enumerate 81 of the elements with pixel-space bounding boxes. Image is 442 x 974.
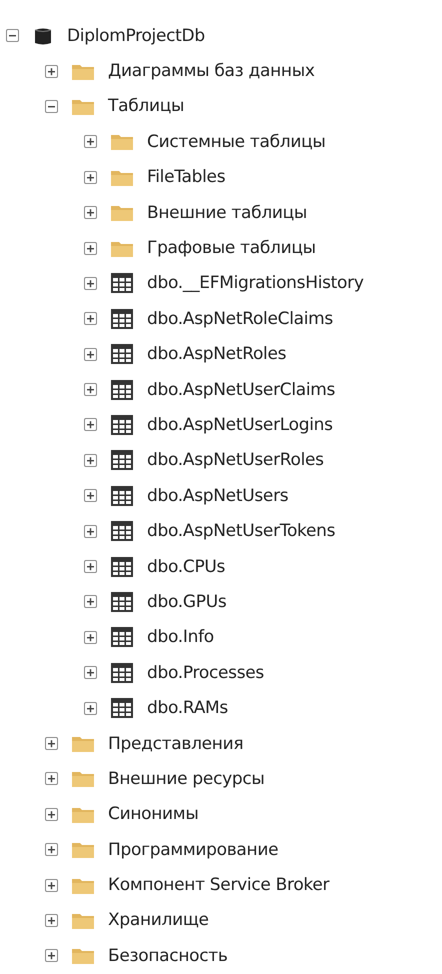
tree-item[interactable]: Программирование	[108, 840, 278, 860]
tree-item[interactable]: dbo.AspNetRoleClaims	[147, 308, 333, 329]
expand-icon[interactable]	[45, 737, 58, 750]
tree-item[interactable]: dbo.AspNetUsers	[147, 486, 288, 506]
folder-icon	[72, 912, 94, 929]
folder-icon	[111, 240, 133, 257]
expand-icon[interactable]	[84, 206, 97, 220]
database-icon	[33, 26, 53, 46]
tree-item[interactable]: Внешние ресурсы	[108, 768, 265, 789]
expand-icon[interactable]	[45, 843, 58, 856]
tree-item[interactable]: FileTables	[147, 167, 226, 188]
table-icon	[111, 380, 133, 400]
expand-icon[interactable]	[45, 808, 58, 821]
expand-icon[interactable]	[84, 595, 97, 608]
expand-icon[interactable]	[84, 630, 97, 644]
tree-item[interactable]: dbo.CPUs	[147, 556, 226, 577]
folder-icon	[72, 841, 94, 858]
tree-item[interactable]: Таблицы	[108, 96, 184, 116]
collapse-icon[interactable]	[6, 29, 19, 42]
expand-icon[interactable]	[84, 170, 97, 184]
tree-item[interactable]: Компонент Service Broker	[108, 875, 330, 896]
tree-item[interactable]: dbo.AspNetUserClaims	[147, 380, 336, 400]
tree-item[interactable]: dbo.AspNetRoles	[147, 344, 286, 364]
table-icon	[111, 698, 133, 718]
tree-item[interactable]: dbo.Info	[147, 627, 214, 648]
expand-icon[interactable]	[45, 772, 58, 786]
expand-icon[interactable]	[45, 64, 58, 78]
folder-icon	[72, 876, 94, 894]
table-icon	[111, 556, 133, 577]
expand-icon[interactable]	[45, 914, 58, 927]
tree-item[interactable]: DiplomProjectDb	[67, 26, 205, 46]
tree-item[interactable]: dbo.AspNetUserRoles	[147, 450, 324, 470]
tree-item[interactable]: dbo.AspNetUserLogins	[147, 414, 333, 435]
tree-item[interactable]: dbo.AspNetUserTokens	[147, 521, 336, 542]
tree-item[interactable]: dbo.Processes	[147, 662, 264, 683]
tree-item[interactable]: Внешние таблицы	[147, 202, 308, 223]
expand-icon[interactable]	[45, 878, 58, 892]
expand-icon[interactable]	[84, 276, 97, 290]
expand-icon[interactable]	[84, 418, 97, 432]
expand-icon[interactable]	[84, 242, 97, 255]
expand-icon[interactable]	[84, 524, 97, 538]
expand-icon[interactable]	[45, 949, 58, 962]
expand-icon[interactable]	[84, 135, 97, 148]
tree-item[interactable]: dbo.GPUs	[147, 592, 226, 612]
tree-item[interactable]: Системные таблицы	[147, 132, 326, 152]
expand-icon[interactable]	[84, 454, 97, 467]
tree-item[interactable]: Безопасность	[108, 946, 228, 966]
table-icon	[111, 627, 133, 648]
tree-item[interactable]: dbo.__EFMigrationsHistory	[147, 273, 364, 294]
table-icon	[111, 414, 133, 435]
collapse-icon[interactable]	[45, 100, 58, 113]
folder-icon	[111, 168, 133, 186]
folder-icon	[111, 133, 133, 150]
tree-item[interactable]: Диаграммы баз данных	[108, 61, 315, 82]
folder-icon	[72, 98, 94, 115]
table-icon	[111, 450, 133, 470]
table-icon	[111, 344, 133, 364]
table-icon	[111, 486, 133, 506]
folder-icon	[72, 806, 94, 823]
expand-icon[interactable]	[84, 560, 97, 574]
expand-icon[interactable]	[84, 348, 97, 361]
tree-item[interactable]: Графовые таблицы	[147, 238, 316, 258]
folder-icon	[111, 204, 133, 222]
tree-item[interactable]: Хранилище	[108, 910, 209, 930]
folder-icon	[72, 62, 94, 80]
table-icon	[111, 662, 133, 683]
tree-item[interactable]: dbo.RAMs	[147, 698, 228, 718]
folder-icon	[72, 770, 94, 788]
expand-icon[interactable]	[84, 666, 97, 680]
table-icon	[111, 592, 133, 612]
expand-icon[interactable]	[84, 312, 97, 326]
tree-item[interactable]: Синонимы	[108, 804, 198, 824]
expand-icon[interactable]	[84, 383, 97, 396]
table-icon	[111, 308, 133, 329]
expand-icon[interactable]	[84, 489, 97, 502]
expand-icon[interactable]	[84, 702, 97, 715]
tree-item[interactable]: Представления	[108, 734, 244, 754]
table-icon	[111, 521, 133, 542]
table-icon	[111, 273, 133, 294]
folder-icon	[72, 735, 94, 752]
folder-icon	[72, 947, 94, 964]
